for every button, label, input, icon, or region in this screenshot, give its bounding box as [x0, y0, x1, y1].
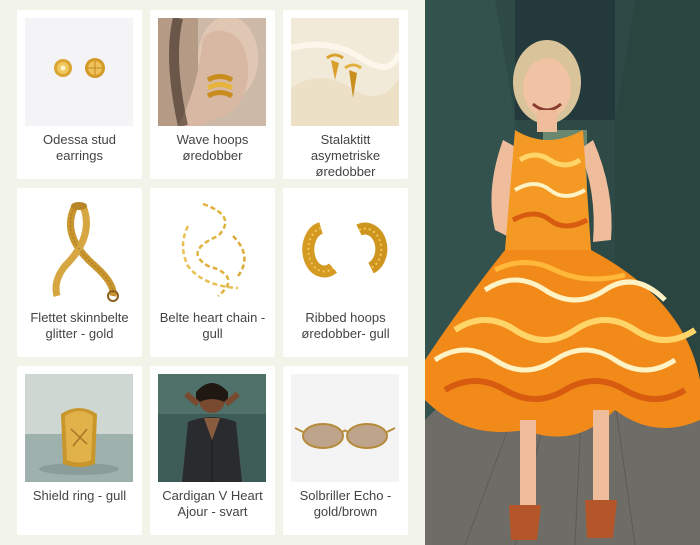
- sunglasses-icon: [291, 374, 399, 482]
- product-name: Ribbed hoops øredobber- gull: [301, 310, 390, 341]
- product-card-wave-hoops[interactable]: Wave hoops øredobber: [150, 10, 275, 179]
- product-card-solbriller-echo[interactable]: Solbriller Echo - gold/brown: [283, 366, 408, 535]
- product-name: Flettet skinnbelte glitter - gold: [30, 310, 129, 341]
- product-name: Wave hoops øredobber: [176, 132, 249, 163]
- heart-chain-belt-icon: [158, 196, 266, 304]
- product-name: Belte heart chain - gull: [159, 310, 266, 341]
- product-card-odessa-stud-earrings[interactable]: Odessa stud earrings: [17, 10, 142, 179]
- product-card-flettet-skinnbelte[interactable]: Flettet skinnbelte glitter - gold: [17, 188, 142, 357]
- stud-earrings-icon: [25, 18, 133, 126]
- braided-belt-icon: [25, 196, 133, 304]
- stalactite-earrings-icon: [291, 18, 399, 126]
- product-name: Cardigan V Heart Ajour - svart: [162, 488, 263, 519]
- product-grid: Odessa stud earrings Wave hoops øredobbe…: [0, 0, 425, 545]
- product-name: Solbriller Echo - gold/brown: [299, 488, 392, 519]
- product-name: Shield ring - gull: [32, 488, 127, 503]
- product-card-shield-ring[interactable]: Shield ring - gull: [17, 366, 142, 535]
- product-name: Stalaktitt asymetriske øredobber: [310, 132, 381, 179]
- ribbed-hoop-earrings-icon: [291, 196, 399, 304]
- product-card-stalaktitt-earrings[interactable]: Stalaktitt asymetriske øredobber: [283, 10, 408, 179]
- wave-hoop-earring-icon: [158, 18, 266, 126]
- shield-ring-icon: [25, 374, 133, 482]
- model-orange-dress-photo: [425, 0, 700, 545]
- product-name: Odessa stud earrings: [43, 132, 116, 163]
- product-card-cardigan[interactable]: Cardigan V Heart Ajour - svart: [150, 366, 275, 535]
- product-card-belte-heart-chain[interactable]: Belte heart chain - gull: [150, 188, 275, 357]
- product-card-ribbed-hoops[interactable]: Ribbed hoops øredobber- gull: [283, 188, 408, 357]
- cardigan-model-icon: [158, 374, 266, 482]
